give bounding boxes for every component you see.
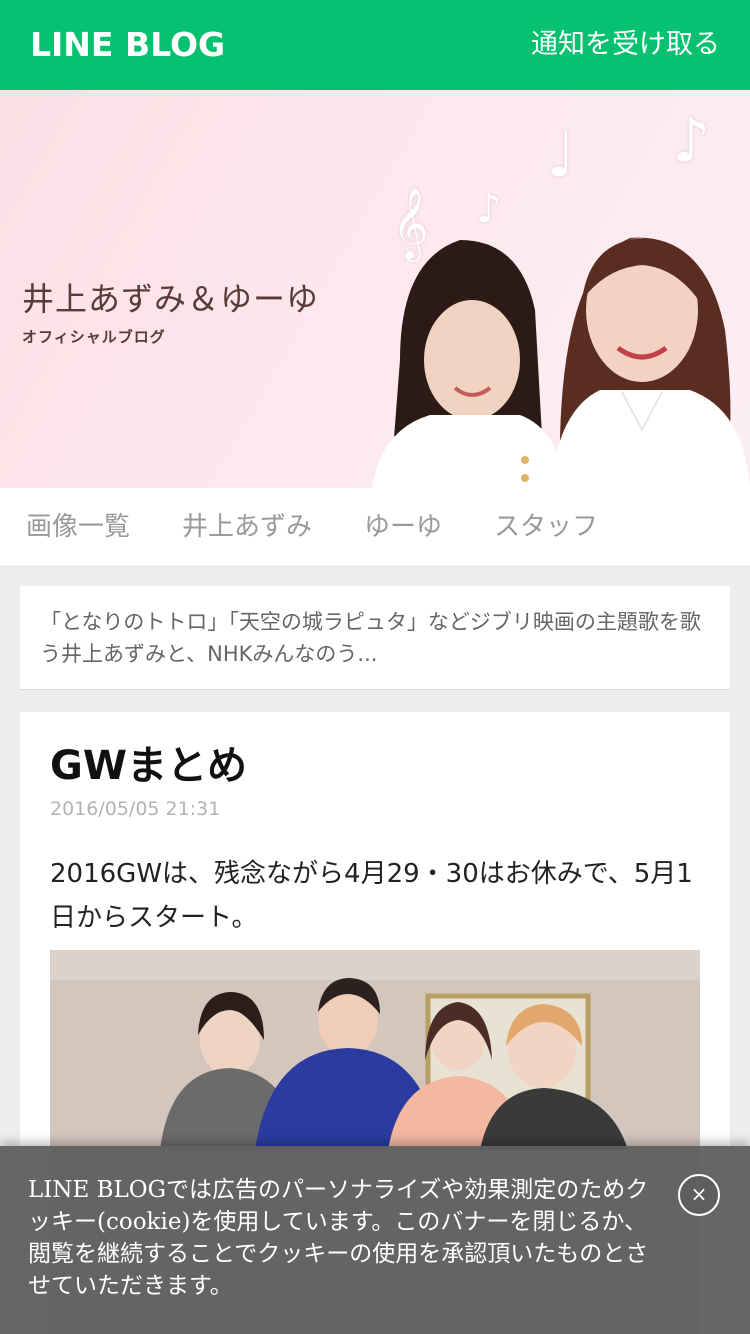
- close-icon[interactable]: ×: [678, 1174, 720, 1216]
- blog-banner: 井上あずみ＆ゆーゆ オフィシャルブログ 𝄞 ♪ ♩ ♪: [0, 90, 750, 488]
- tab-image-list[interactable]: 画像一覧: [26, 510, 130, 544]
- top-bar: LINE BLOG 通知を受け取る: [0, 0, 750, 90]
- tab-inoue-azumi[interactable]: 井上あずみ: [182, 510, 312, 544]
- banner-title: 井上あずみ＆ゆーゆ: [22, 280, 320, 318]
- post-date: 2016/05/05 21:31: [50, 798, 221, 820]
- post-title[interactable]: GWまとめ: [50, 742, 247, 790]
- banner-photo: [372, 237, 750, 488]
- blog-description[interactable]: 「となりのトトロ」「天空の城ラピュタ」などジブリ映画の主題歌を歌う井上あずみと、…: [20, 586, 730, 690]
- line-blog-logo[interactable]: LINE BLOG: [30, 22, 225, 68]
- tab-staff[interactable]: スタッフ: [494, 510, 598, 544]
- cookie-notice-text: LINE BLOGでは広告のパーソナライズや効果測定のためクッキー(cookie…: [28, 1177, 649, 1299]
- notify-button[interactable]: 通知を受け取る: [531, 24, 720, 66]
- post-body: 2016GWは、残念ながら4月29・30はお休みで、5月1日からスタート。: [50, 859, 693, 933]
- cookie-banner: LINE BLOGでは広告のパーソナライズや効果測定のためクッキー(cookie…: [0, 1146, 750, 1334]
- blog-nav: 画像一覧 井上あずみ ゆーゆ スタッフ: [0, 488, 750, 567]
- banner-subtitle: オフィシャルブログ: [22, 328, 166, 346]
- tab-yuyu[interactable]: ゆーゆ: [364, 510, 442, 544]
